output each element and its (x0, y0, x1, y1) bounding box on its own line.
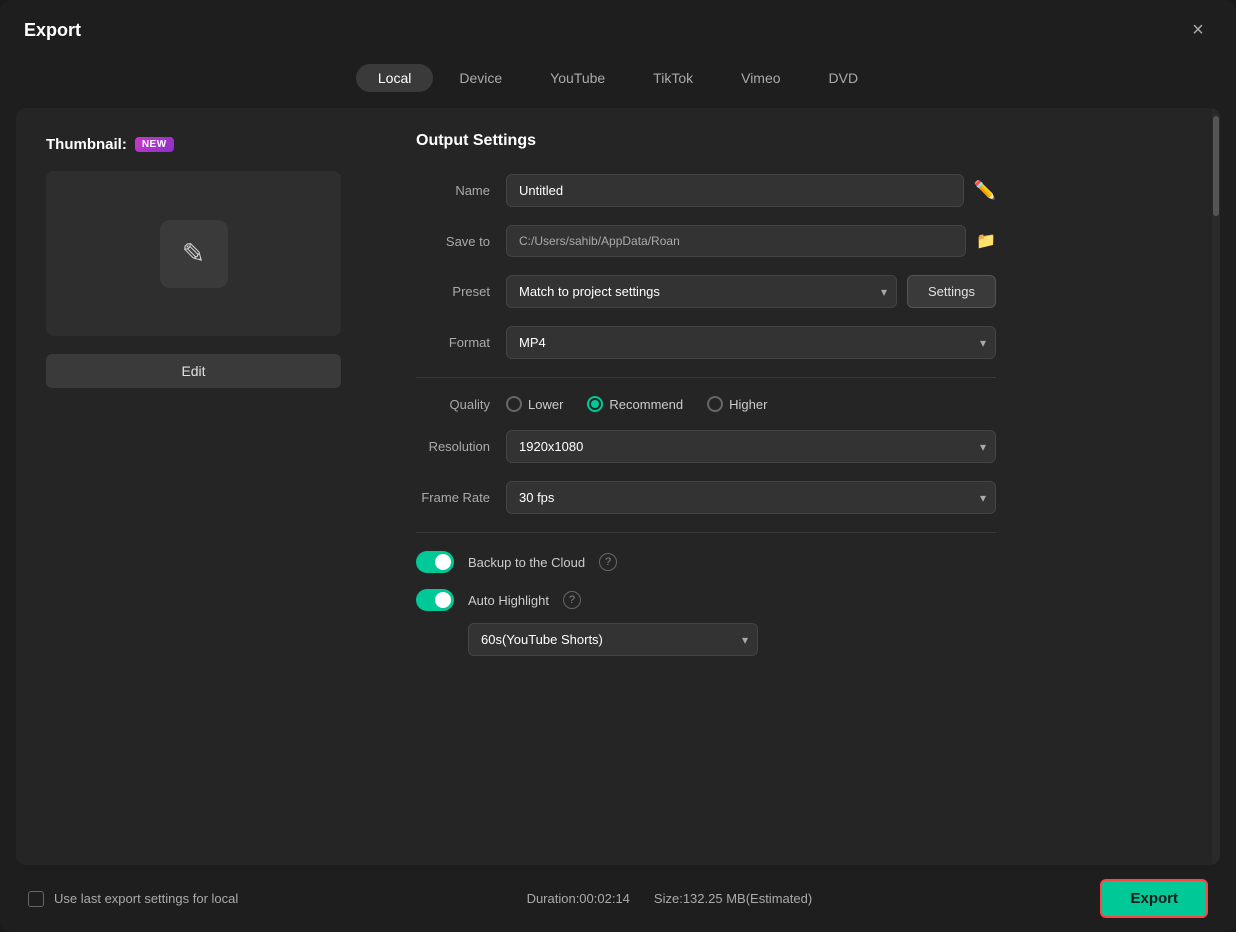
resolution-label: Resolution (416, 439, 506, 454)
backup-toggle[interactable] (416, 551, 454, 573)
format-control: MP4 ▾ (506, 326, 996, 359)
footer-left: Use last export settings for local (28, 891, 238, 907)
resolution-select-wrap: 1920x1080 ▾ (506, 430, 996, 463)
tab-vimeo[interactable]: Vimeo (719, 64, 802, 92)
frame-rate-select[interactable]: 30 fps (506, 481, 996, 514)
preset-control: Match to project settings ▾ Settings (506, 275, 996, 308)
highlight-duration-select[interactable]: 60s(YouTube Shorts) (468, 623, 758, 656)
preset-select-wrap: Match to project settings ▾ (506, 275, 897, 308)
resolution-control: 1920x1080 ▾ (506, 430, 996, 463)
pencil-icon: ✎ (182, 237, 205, 270)
frame-rate-label: Frame Rate (416, 490, 506, 505)
auto-highlight-help-icon[interactable]: ? (563, 591, 581, 609)
save-to-input[interactable] (506, 225, 966, 257)
tab-device[interactable]: Device (437, 64, 524, 92)
last-settings-label: Use last export settings for local (54, 891, 238, 906)
quality-recommend-label: Recommend (609, 397, 683, 412)
divider-2 (416, 532, 996, 533)
dialog-header: Export × (0, 0, 1236, 56)
preset-row: Preset Match to project settings ▾ Setti… (416, 275, 996, 308)
backup-row: Backup to the Cloud ? (416, 551, 996, 573)
main-content: Thumbnail: NEW ✎ Edit Output Settings Na… (16, 108, 1220, 865)
tab-local[interactable]: Local (356, 64, 433, 92)
format-select[interactable]: MP4 (506, 326, 996, 359)
thumbnail-icon-wrap: ✎ (160, 220, 228, 288)
scrollbar-thumb[interactable] (1213, 116, 1219, 216)
preset-label: Preset (416, 284, 506, 299)
quality-higher-option[interactable]: Higher (707, 396, 767, 412)
edit-button[interactable]: Edit (46, 354, 341, 388)
resolution-row: Resolution 1920x1080 ▾ (416, 430, 996, 463)
quality-group: Lower Recommend Higher (506, 396, 767, 412)
duration-stat: Duration:00:02:14 (527, 891, 630, 906)
auto-highlight-row: Auto Highlight ? (416, 589, 996, 611)
tabs-bar: Local Device YouTube TikTok Vimeo DVD (0, 56, 1236, 108)
auto-highlight-toggle[interactable] (416, 589, 454, 611)
quality-label: Quality (416, 397, 506, 412)
quality-control: Lower Recommend Higher (506, 396, 996, 412)
frame-rate-row: Frame Rate 30 fps ▾ (416, 481, 996, 514)
quality-lower-radio[interactable] (506, 396, 522, 412)
frame-rate-control: 30 fps ▾ (506, 481, 996, 514)
name-input[interactable] (506, 174, 964, 207)
resolution-select[interactable]: 1920x1080 (506, 430, 996, 463)
backup-help-icon[interactable]: ? (599, 553, 617, 571)
thumbnail-header: Thumbnail: NEW (46, 136, 174, 153)
preset-select[interactable]: Match to project settings (506, 275, 897, 308)
left-panel: Thumbnail: NEW ✎ Edit (16, 108, 396, 865)
last-settings-checkbox[interactable] (28, 891, 44, 907)
name-control: ✏️ (506, 174, 996, 207)
save-to-control: 📁 (506, 225, 996, 257)
highlight-duration-select-wrap: 60s(YouTube Shorts) ▾ (468, 623, 758, 656)
export-dialog: Export × Local Device YouTube TikTok Vim… (0, 0, 1236, 932)
quality-recommend-radio[interactable] (587, 396, 603, 412)
size-stat: Size:132.25 MB(Estimated) (654, 891, 812, 906)
save-to-label: Save to (416, 234, 506, 249)
quality-lower-option[interactable]: Lower (506, 396, 563, 412)
right-inner: Output Settings Name ✏️ Save to 📁 (416, 132, 996, 656)
tab-dvd[interactable]: DVD (807, 64, 881, 92)
quality-higher-label: Higher (729, 397, 767, 412)
thumbnail-box: ✎ (46, 171, 341, 336)
footer: Use last export settings for local Durat… (0, 865, 1236, 932)
quality-recommend-option[interactable]: Recommend (587, 396, 683, 412)
save-to-row: Save to 📁 (416, 225, 996, 257)
section-title: Output Settings (416, 132, 996, 150)
name-label: Name (416, 183, 506, 198)
tab-tiktok[interactable]: TikTok (631, 64, 715, 92)
quality-higher-radio[interactable] (707, 396, 723, 412)
backup-label: Backup to the Cloud (468, 555, 585, 570)
ai-icon[interactable]: ✏️ (974, 180, 996, 201)
settings-button[interactable]: Settings (907, 275, 996, 308)
auto-highlight-label: Auto Highlight (468, 593, 549, 608)
format-row: Format MP4 ▾ (416, 326, 996, 359)
close-button[interactable]: × (1184, 16, 1212, 44)
footer-center: Duration:00:02:14 Size:132.25 MB(Estimat… (527, 891, 813, 906)
format-label: Format (416, 335, 506, 350)
right-panel: Output Settings Name ✏️ Save to 📁 (396, 108, 1220, 865)
export-button[interactable]: Export (1100, 879, 1208, 918)
dialog-title: Export (24, 20, 81, 41)
thumbnail-text: Thumbnail: (46, 136, 127, 153)
tab-youtube[interactable]: YouTube (528, 64, 627, 92)
highlight-duration-wrap: 60s(YouTube Shorts) ▾ (468, 623, 996, 656)
frame-rate-select-wrap: 30 fps ▾ (506, 481, 996, 514)
format-select-wrap: MP4 ▾ (506, 326, 996, 359)
quality-row: Quality Lower Recommend (416, 396, 996, 412)
divider-1 (416, 377, 996, 378)
folder-icon[interactable]: 📁 (976, 231, 996, 251)
name-row: Name ✏️ (416, 174, 996, 207)
scrollbar-track[interactable] (1212, 108, 1220, 865)
new-badge: NEW (135, 137, 174, 152)
quality-lower-label: Lower (528, 397, 563, 412)
